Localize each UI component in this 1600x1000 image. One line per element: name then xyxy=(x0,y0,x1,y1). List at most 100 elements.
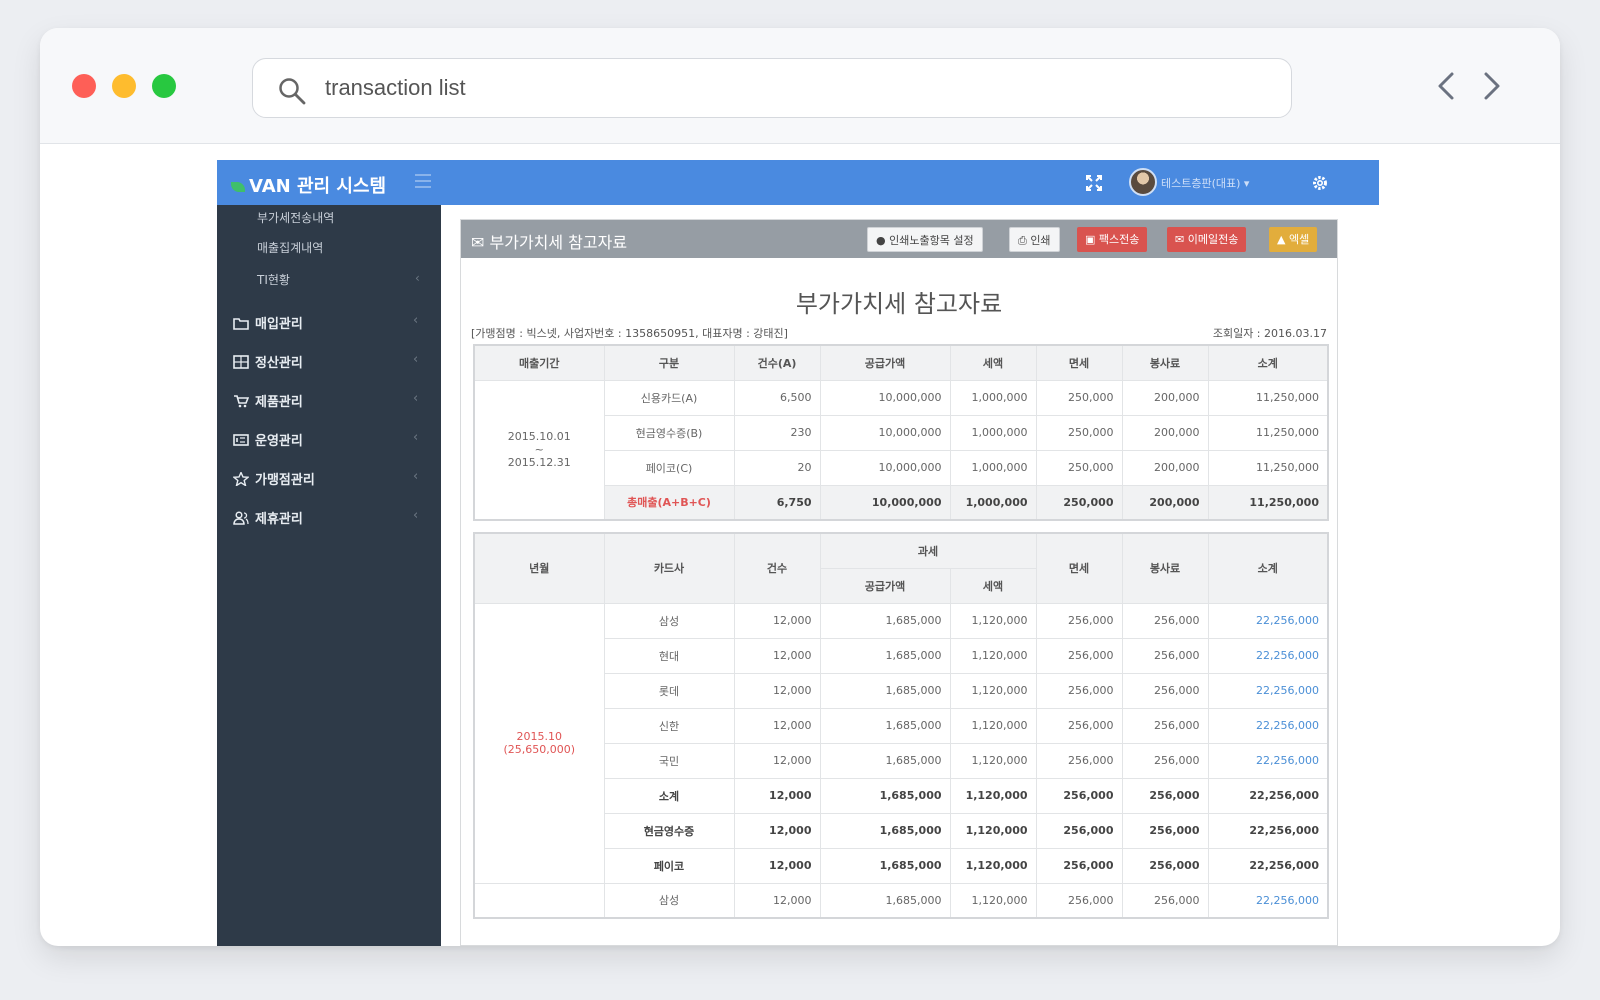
sidebar-subitem-vat-transmission[interactable]: 부가세전송내역 xyxy=(257,209,334,226)
chevron-left-icon: ‹ xyxy=(413,352,419,367)
table-cell: 1,000,000 xyxy=(949,449,1037,486)
table-cell: 11,250,000 xyxy=(1207,379,1329,416)
email-label: 이메일전송 xyxy=(1187,233,1239,246)
calculator-icon xyxy=(233,355,249,369)
search-icon xyxy=(279,78,306,105)
table-cell: 1,685,000 xyxy=(819,847,951,884)
table-cell: 신용카드(A) xyxy=(603,379,735,416)
chevron-left-icon[interactable] xyxy=(1432,68,1462,104)
column-header: 매출기간 xyxy=(473,344,605,381)
main-content: ✉ 부가가치세 참고자료 ● 인쇄노출항목 설정 ⎙ 인쇄 ▣ 팩스전송 ✉ 이… xyxy=(441,205,1379,946)
table-cell: 페이코(C) xyxy=(603,449,735,486)
menu-toggle-icon[interactable] xyxy=(415,174,431,188)
minimize-window-button[interactable] xyxy=(112,74,136,98)
table-cell: 256,000 xyxy=(1035,672,1123,709)
sidebar: 부가세전송내역 매출집계내역 TI현황 ‹ 매입관리 ‹ 정산관리 ‹ 제품관리 ‹ 운… xyxy=(217,205,441,946)
table-cell: 256,000 xyxy=(1121,742,1209,779)
table-cell: 200,000 xyxy=(1121,449,1209,486)
sidebar-subitem-sales-summary[interactable]: 매출집계내역 xyxy=(257,239,323,256)
sidebar-item-operation[interactable]: 운영관리 ‹ xyxy=(233,430,418,449)
address-search-bar[interactable]: transaction list xyxy=(252,58,1292,118)
sidebar-subitem-label: TI현황 xyxy=(257,273,290,287)
gear-icon[interactable] xyxy=(1311,174,1329,192)
browser-window: transaction list VAN 관리 시스템 테스트층판(대표) ▾ … xyxy=(40,28,1560,946)
card-icon xyxy=(233,434,249,446)
table-cell: 200,000 xyxy=(1121,414,1209,451)
chevron-left-icon: ‹ xyxy=(413,313,419,328)
user-menu[interactable]: 테스트층판(대표) ▾ xyxy=(1161,175,1249,191)
subtotal-link[interactable]: 22,256,000 xyxy=(1207,602,1329,639)
table-cell: 소계 xyxy=(603,777,735,814)
sidebar-item-partner[interactable]: 제휴관리 ‹ xyxy=(233,508,418,527)
sidebar-item-product[interactable]: 제품관리 ‹ xyxy=(233,391,418,410)
merchant-info: [가맹점명 : 빅스넷, 사업자번호 : 1358650951, 대표자명 : … xyxy=(471,327,788,340)
panel-title-text: 부가가치세 참고자료 xyxy=(489,233,628,252)
period-separator: ~ xyxy=(534,443,544,457)
envelope-icon: ✉ xyxy=(1175,233,1185,246)
user-avatar[interactable] xyxy=(1129,168,1157,196)
table-cell: 12,000 xyxy=(733,847,821,884)
table-cell: 10,000,000 xyxy=(819,414,951,451)
sidebar-item-purchase[interactable]: 매입관리 ‹ xyxy=(233,313,418,332)
subtotal-link[interactable]: 22,256,000 xyxy=(1207,672,1329,709)
table-cell: 12,000 xyxy=(733,672,821,709)
subtotal-link[interactable]: 22,256,000 xyxy=(1207,707,1329,744)
table-cell: 1,120,000 xyxy=(949,812,1037,849)
column-header: 건수(A) xyxy=(733,344,821,381)
sidebar-subitem-ti-status[interactable]: TI현황 ‹ xyxy=(257,271,420,288)
fullscreen-icon[interactable] xyxy=(1085,174,1103,192)
month-label: 2015.10 xyxy=(516,730,563,743)
subtotal-link[interactable]: 22,256,000 xyxy=(1207,742,1329,779)
table-cell: 22,256,000 xyxy=(1207,777,1329,814)
table-cell: 256,000 xyxy=(1035,777,1123,814)
print-button[interactable]: ⎙ 인쇄 xyxy=(1009,227,1060,252)
sidebar-item-settlement[interactable]: 정산관리 ‹ xyxy=(233,352,418,371)
period-end: 2015.12.31 xyxy=(507,456,571,470)
table-cell: 1,685,000 xyxy=(819,742,951,779)
print-settings-label: 인쇄노출항목 설정 xyxy=(889,234,974,247)
email-send-button[interactable]: ✉ 이메일전송 xyxy=(1167,227,1247,252)
subtotal-link[interactable]: 22,256,000 xyxy=(1207,882,1329,919)
table-cell: 1,685,000 xyxy=(819,672,951,709)
table-cell: 256,000 xyxy=(1121,672,1209,709)
panel-header: ✉ 부가가치세 참고자료 ● 인쇄노출항목 설정 ⎙ 인쇄 ▣ 팩스전송 ✉ 이… xyxy=(461,220,1337,258)
table-cell: 1,685,000 xyxy=(819,602,951,639)
chevron-right-icon[interactable] xyxy=(1476,68,1506,104)
column-group-header: 과세 xyxy=(819,532,1037,569)
app-brand[interactable]: VAN 관리 시스템 xyxy=(231,172,386,198)
excel-label: 엑셀 xyxy=(1288,233,1310,246)
table-cell: 256,000 xyxy=(1035,602,1123,639)
table-cell: 총매출(A+B+C) xyxy=(603,484,735,521)
star-icon xyxy=(233,472,249,486)
detail-header-row: 년월 카드사 건수 과세 면세 봉사료 소계 xyxy=(473,532,1329,604)
sidebar-item-merchant[interactable]: 가맹점관리 ‹ xyxy=(233,469,418,488)
table-cell: 현대 xyxy=(603,637,735,674)
panel-title: ✉ 부가가치세 참고자료 xyxy=(471,233,628,252)
fax-send-button[interactable]: ▣ 팩스전송 xyxy=(1077,227,1148,252)
print-settings-button[interactable]: ● 인쇄노출항목 설정 xyxy=(867,227,983,252)
app-topbar: VAN 관리 시스템 테스트층판(대표) ▾ xyxy=(217,160,1379,205)
subtotal-link[interactable]: 22,256,000 xyxy=(1207,637,1329,674)
table-cell: 삼성 xyxy=(603,882,735,919)
excel-button[interactable]: ▲ 엑셀 xyxy=(1269,227,1318,252)
table-cell: 10,000,000 xyxy=(819,449,951,486)
table-cell: 1,120,000 xyxy=(949,602,1037,639)
cart-icon xyxy=(234,395,249,408)
table-cell: 256,000 xyxy=(1121,602,1209,639)
sidebar-item-label: 정산관리 xyxy=(255,356,303,371)
table-cell: 22,256,000 xyxy=(1207,847,1329,884)
table-cell: 12,000 xyxy=(733,707,821,744)
search-query-text[interactable]: transaction list xyxy=(325,75,466,101)
month-amount: (25,650,000) xyxy=(503,743,576,756)
table-cell: 1,000,000 xyxy=(949,379,1037,416)
table-cell: 11,250,000 xyxy=(1207,484,1329,521)
table-cell: 국민 xyxy=(603,742,735,779)
table-cell: 256,000 xyxy=(1121,777,1209,814)
close-window-button[interactable] xyxy=(72,74,96,98)
table-cell: 250,000 xyxy=(1035,414,1123,451)
table-cell: 256,000 xyxy=(1035,637,1123,674)
table-cell: 12,000 xyxy=(733,777,821,814)
table-cell: 256,000 xyxy=(1121,707,1209,744)
detail-table: 년월 카드사 건수 과세 면세 봉사료 소계 공급가액 세액 2015.10 (… xyxy=(473,532,1329,919)
maximize-window-button[interactable] xyxy=(152,74,176,98)
